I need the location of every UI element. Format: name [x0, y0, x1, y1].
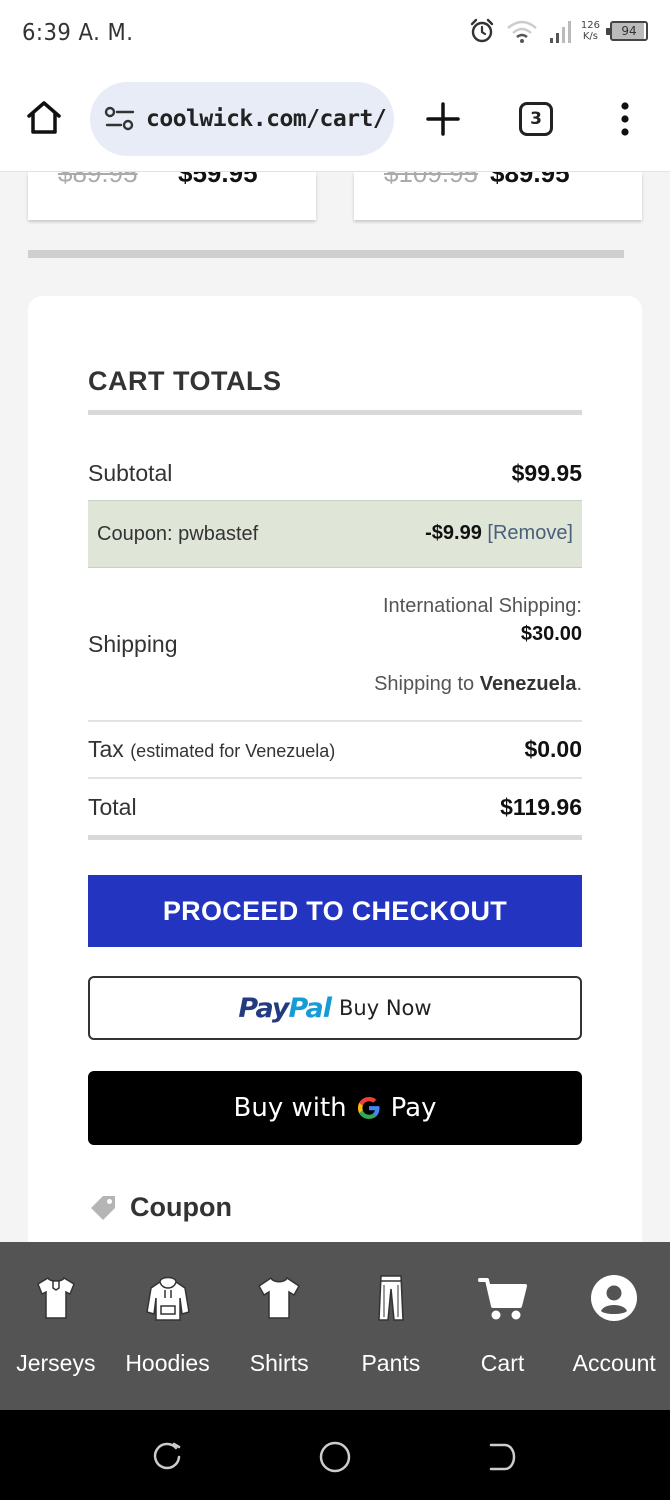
shirt-icon: [258, 1276, 301, 1319]
divider: [88, 777, 582, 779]
shipping-method: International Shipping: $30.00: [383, 592, 582, 648]
divider: [88, 720, 582, 722]
coupon-heading: Coupon: [130, 1192, 232, 1222]
subtotal-value: $99.95: [511, 460, 582, 486]
url-text[interactable]: coolwick.com/cart/: [146, 106, 387, 132]
nav-item-cart[interactable]: Cart: [447, 1242, 559, 1410]
status-bar: 6:39 A. M. 126 K/s 94: [0, 0, 670, 68]
coupon-row: Coupon: pwbastef -$9.99 [Remove]: [88, 500, 582, 568]
divider: [88, 835, 582, 840]
shipping-method-name: International Shipping:: [382, 595, 582, 617]
hoodie-icon: [145, 1276, 190, 1321]
back-icon[interactable]: [487, 1440, 517, 1474]
old-price: $89.95: [58, 172, 138, 188]
shipping-cost: $30.00: [520, 623, 582, 645]
coupon-value: -$9.99: [425, 522, 482, 544]
sale-price: $59.95: [178, 172, 258, 188]
gpay-label-suffix: Pay: [390, 1093, 437, 1123]
google-g-icon: [357, 1097, 380, 1119]
coupon-section-toggle[interactable]: Coupon: [88, 1192, 232, 1223]
cart-totals-title: CART TOTALS: [88, 366, 282, 396]
menu-icon[interactable]: [614, 100, 636, 138]
sale-price: $89.95: [490, 172, 570, 188]
divider: [88, 410, 582, 415]
nav-item-account[interactable]: Account: [558, 1242, 670, 1410]
product-card[interactable]: $89.95 $59.95: [28, 172, 316, 220]
net-speed: 126 K/s: [580, 20, 600, 42]
total-label: Total: [88, 794, 137, 820]
related-products: $89.95 $59.95 $109.95 $89.95: [0, 172, 670, 262]
gpay-label-prefix: Buy with: [233, 1093, 347, 1123]
account-icon: [591, 1275, 638, 1321]
proceed-to-checkout-button[interactable]: PROCEED TO CHECKOUT: [88, 875, 582, 947]
battery-icon: 94: [606, 21, 648, 41]
shipping-label: Shipping: [88, 631, 178, 657]
nav-item-pants[interactable]: Pants: [335, 1242, 447, 1410]
cart-totals-card: CART TOTALS Subtotal $99.95 Coupon: pwba…: [28, 296, 642, 1256]
coupon-discount: -$9.99 [Remove]: [425, 522, 573, 545]
cart-icon: [477, 1278, 527, 1320]
tabs-icon[interactable]: 3: [519, 102, 553, 136]
total-value: $119.96: [500, 794, 582, 820]
system-navigation-bar: [0, 1410, 670, 1500]
bottom-navigation: Jerseys Hoodies Shirts Pants Cart Accoun…: [0, 1242, 670, 1410]
old-price: $109.95: [384, 172, 478, 188]
tax-label: Tax (estimated for Venezuela): [88, 736, 336, 762]
jersey-icon: [36, 1276, 75, 1319]
home-icon[interactable]: [24, 98, 64, 138]
shipping-destination: Shipping to Venezuela.: [374, 673, 582, 695]
alarm-icon: [470, 18, 494, 43]
address-bar[interactable]: coolwick.com/cart/: [90, 82, 394, 156]
tab-count: 3: [530, 109, 542, 129]
recent-apps-icon[interactable]: [150, 1440, 184, 1474]
tax-note: (estimated for Venezuela): [130, 741, 336, 761]
paypal-logo: PayPal: [238, 992, 332, 1024]
status-time: 6:39 A. M.: [22, 20, 134, 46]
wifi-icon: [507, 20, 537, 43]
remove-coupon-link[interactable]: [Remove]: [487, 522, 573, 544]
tax-value: $0.00: [524, 736, 582, 762]
nav-item-jerseys[interactable]: Jerseys: [0, 1242, 112, 1410]
horizontal-scrollbar[interactable]: [28, 250, 624, 258]
paypal-buy-now-button[interactable]: PayPal Buy Now: [88, 976, 582, 1040]
home-nav-icon[interactable]: [317, 1439, 353, 1475]
status-icons: 126 K/s 94: [469, 18, 648, 44]
browser-toolbar: coolwick.com/cart/ 3: [0, 68, 670, 172]
tag-icon: [91, 1195, 115, 1220]
coupon-label: Coupon: pwbastef: [97, 523, 259, 545]
paypal-button-label: Buy Now: [339, 996, 432, 1020]
nav-item-shirts[interactable]: Shirts: [223, 1242, 335, 1410]
new-tab-icon[interactable]: [424, 100, 462, 138]
subtotal-label: Subtotal: [88, 460, 173, 486]
site-settings-icon[interactable]: [104, 104, 136, 134]
shipping-country[interactable]: Venezuela: [480, 673, 577, 695]
google-pay-button[interactable]: Buy with Pay: [88, 1071, 582, 1145]
nav-item-hoodies[interactable]: Hoodies: [112, 1242, 224, 1410]
signal-icon: [549, 21, 571, 43]
product-card[interactable]: $109.95 $89.95: [354, 172, 642, 220]
pants-icon: [378, 1275, 404, 1321]
